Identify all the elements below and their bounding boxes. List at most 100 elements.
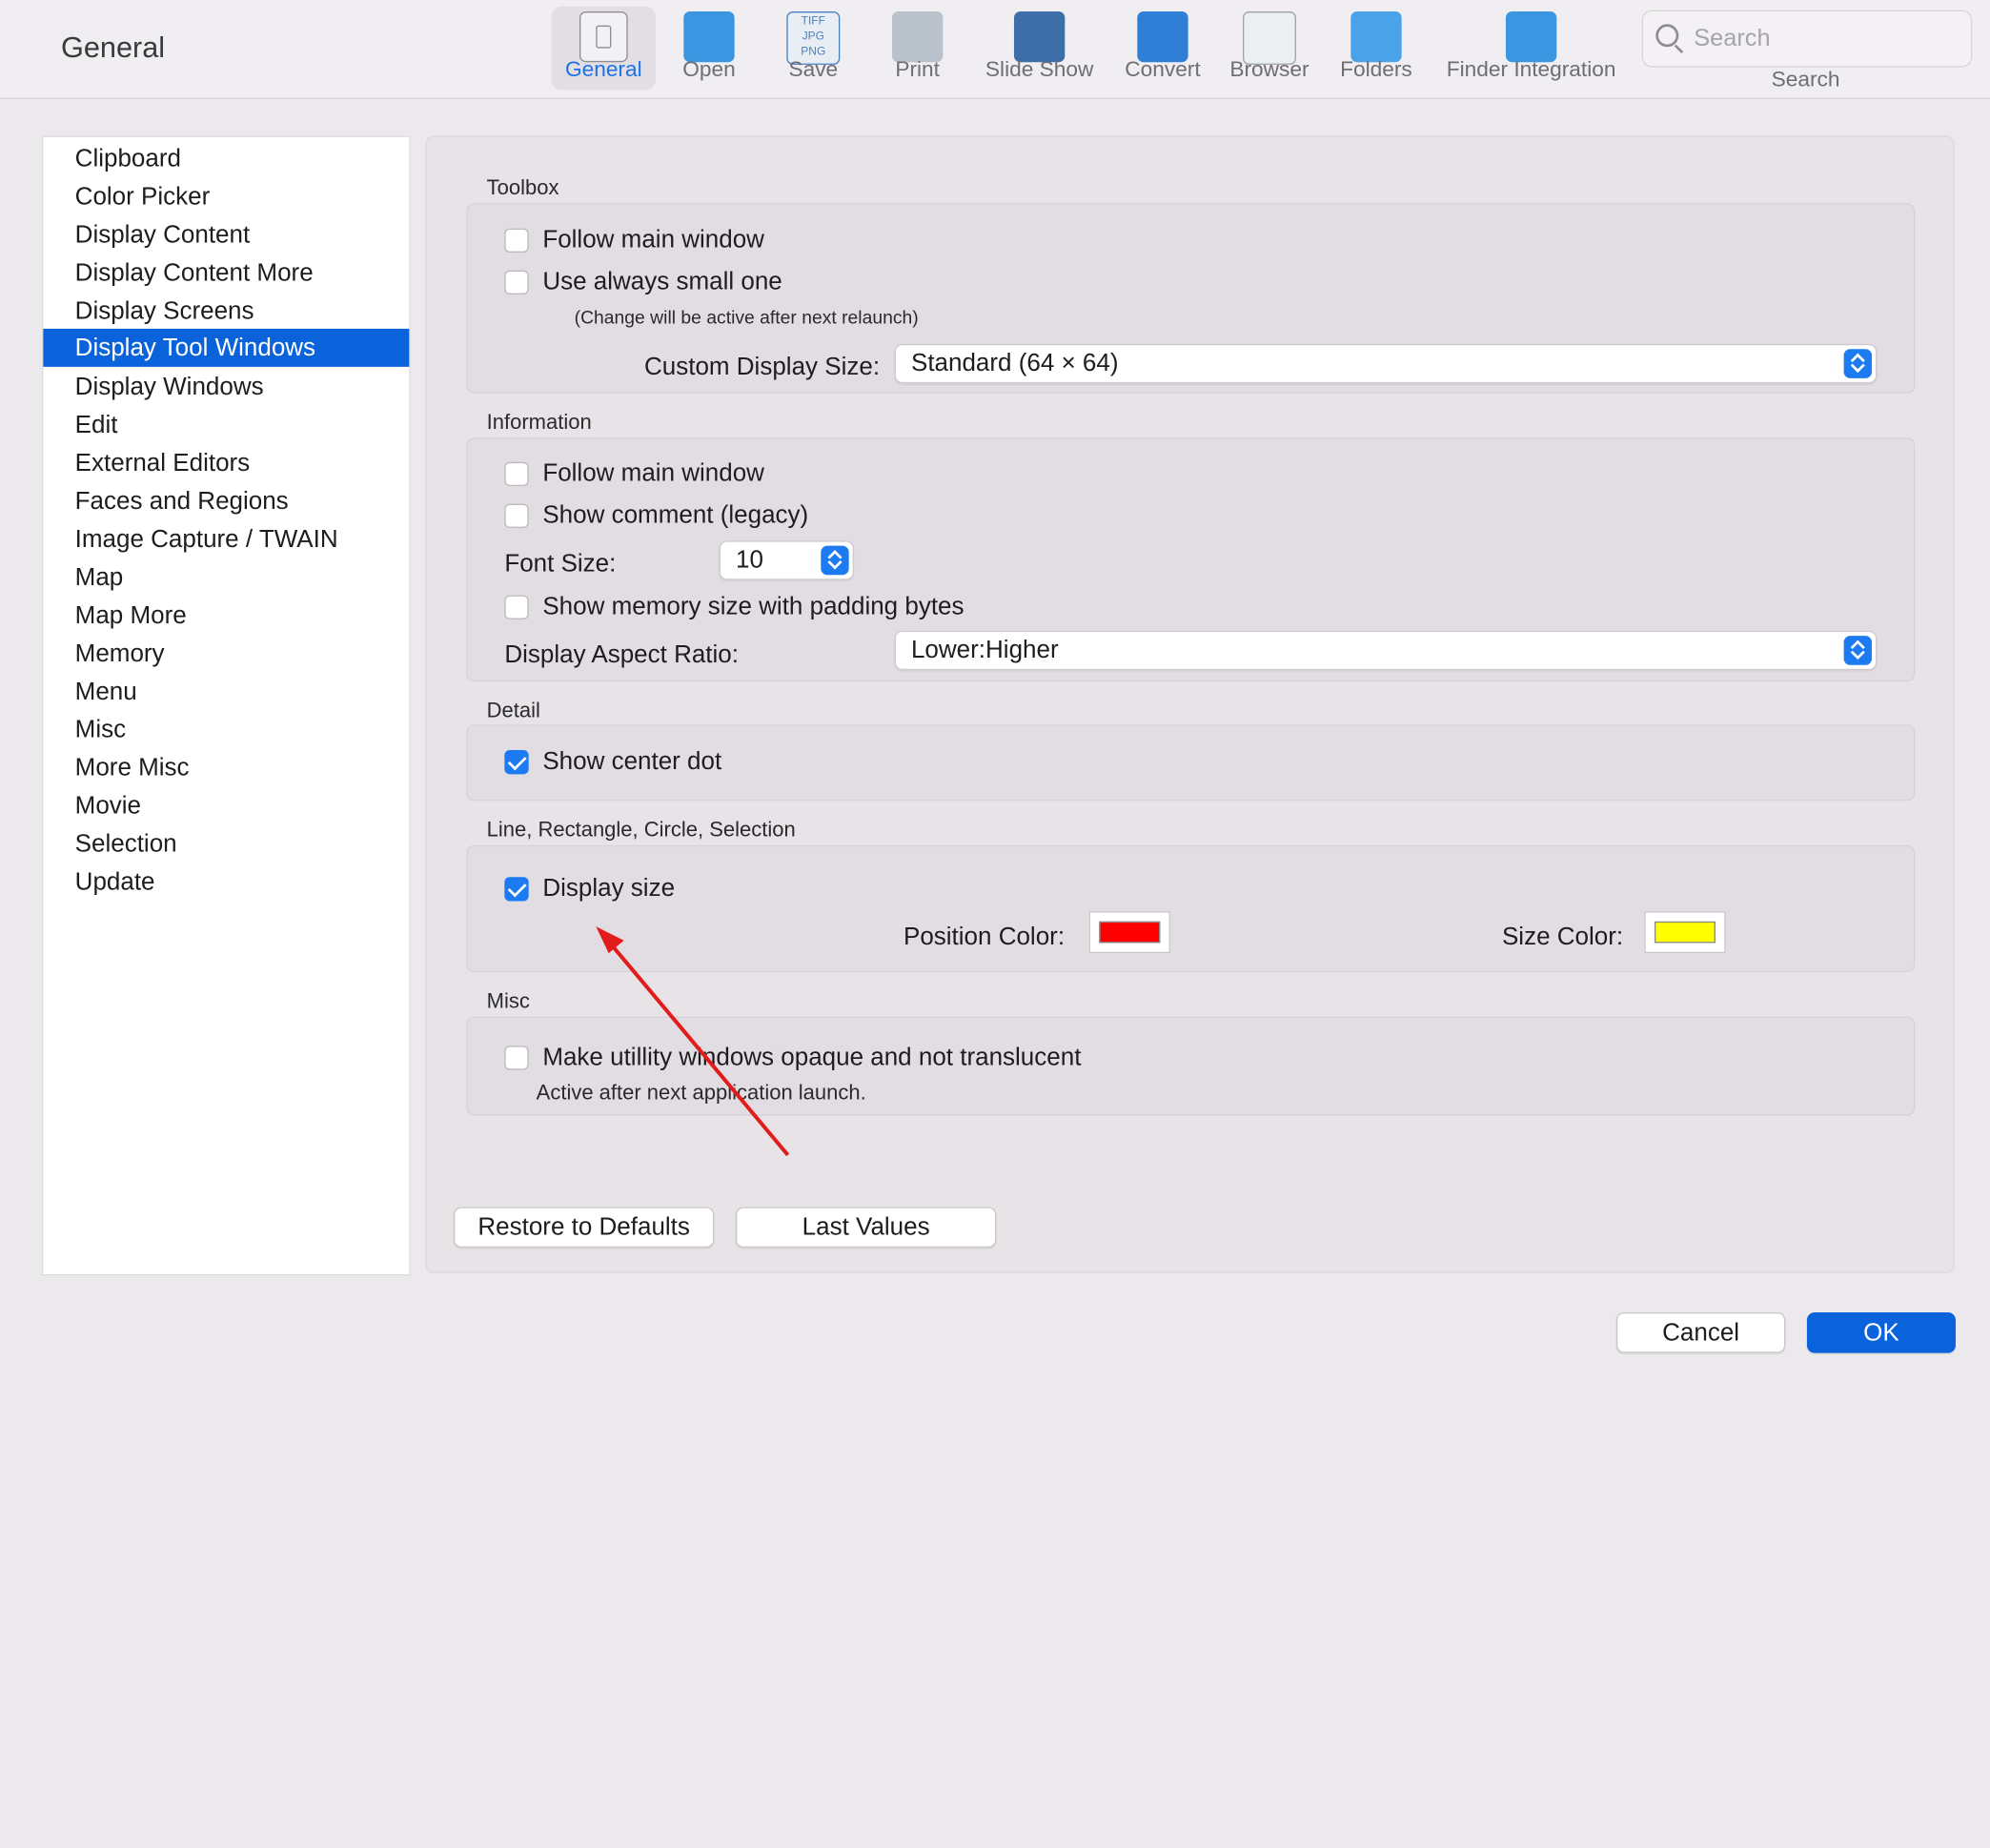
last-values-button[interactable]: Last Values	[735, 1207, 997, 1249]
sidebar-item-display-content-more[interactable]: Display Content More	[43, 254, 409, 292]
popup-chevrons-icon	[821, 545, 849, 576]
position-color-swatch	[1099, 921, 1161, 944]
checkbox-checked[interactable]	[504, 877, 529, 902]
checkbox-box[interactable]	[504, 228, 529, 254]
show-comment-label: Show comment (legacy)	[542, 501, 809, 530]
shapes-section-title: Line, Rectangle, Circle, Selection	[486, 818, 796, 842]
general-icon	[579, 10, 628, 63]
restore-defaults-button[interactable]: Restore to Defaults	[453, 1207, 715, 1249]
sidebar-item-map-more[interactable]: Map More	[43, 597, 409, 635]
toolbar-slide-show-label: Slide Show	[985, 56, 1094, 82]
toolbar-save-label: Save	[788, 56, 839, 82]
toolbar-print-label: Print	[895, 56, 940, 82]
toolbar: General General Open TIFF JPG PNG Save Pri…	[0, 0, 1990, 99]
sidebar-item-misc[interactable]: Misc	[43, 711, 409, 749]
font-size-value: 10	[735, 545, 763, 574]
search-field[interactable]: Search	[1641, 10, 1973, 68]
show-memory-size-checkbox[interactable]: Show memory size with padding bytes	[504, 592, 965, 622]
toolbar-open-label: Open	[682, 56, 736, 82]
toolbar-browser-label: Browser	[1229, 56, 1310, 82]
sidebar-item-color-picker[interactable]: Color Picker	[43, 177, 409, 215]
ok-button[interactable]: OK	[1806, 1311, 1956, 1353]
search-icon	[1655, 24, 1679, 48]
toolbar-general-label: General	[564, 56, 642, 82]
information-section-title: Information	[486, 411, 592, 435]
size-color-label: Size Color:	[1501, 923, 1624, 951]
slideshow-icon	[1013, 10, 1066, 63]
show-center-dot-checkbox[interactable]: Show center dot	[504, 747, 721, 777]
opaque-windows-checkbox[interactable]: Make utillity windows opaque and not tra…	[504, 1044, 1081, 1073]
toolbar-slide-show[interactable]: Slide Show	[979, 7, 1101, 91]
sidebar-item-external-editors[interactable]: External Editors	[43, 444, 409, 482]
font-size-label: Font Size:	[504, 549, 617, 578]
toolbar-folders-label: Folders	[1340, 56, 1412, 82]
display-aspect-ratio-value: Lower:Higher	[910, 636, 1059, 664]
display-size-checkbox[interactable]: Display size	[504, 875, 675, 904]
show-memory-size-label: Show memory size with padding bytes	[542, 592, 965, 621]
toolbar-save[interactable]: TIFF JPG PNG Save	[767, 7, 859, 91]
font-size-popup[interactable]: 10	[719, 540, 854, 580]
sidebar-item-menu[interactable]: Menu	[43, 673, 409, 711]
show-comment-checkbox[interactable]: Show comment (legacy)	[504, 501, 808, 531]
toolbar-convert[interactable]: Convert	[1116, 7, 1210, 91]
toolbar-folders[interactable]: Folders	[1330, 7, 1424, 91]
sidebar-item-display-screens[interactable]: Display Screens	[43, 292, 409, 330]
misc-launch-note: Active after next application launch.	[536, 1081, 866, 1105]
sidebar-item-edit[interactable]: Edit	[43, 406, 409, 444]
position-color-label: Position Color:	[903, 923, 1066, 951]
toolbox-follow-main-checkbox[interactable]: Follow main window	[504, 226, 764, 255]
toolbar-convert-label: Convert	[1125, 56, 1201, 82]
sidebar-item-map[interactable]: Map	[43, 558, 409, 597]
checkbox-box[interactable]	[504, 270, 529, 294]
window-title: General	[60, 30, 166, 64]
toolbar-finder-integration[interactable]: Finder Integration	[1436, 7, 1627, 91]
popup-chevrons-icon	[1843, 349, 1872, 378]
finder-integration-icon	[1505, 10, 1557, 63]
show-center-dot-label: Show center dot	[542, 747, 722, 776]
display-size-label: Display size	[542, 874, 676, 903]
sidebar: Clipboard Color Picker Display Content D…	[41, 135, 411, 1276]
toolbox-section-title: Toolbox	[486, 176, 559, 200]
position-color-well[interactable]	[1088, 911, 1170, 954]
toolbar-general[interactable]: General	[551, 6, 656, 91]
checkbox-checked[interactable]	[504, 750, 529, 775]
open-folder-icon	[683, 10, 735, 63]
sidebar-item-display-windows[interactable]: Display Windows	[43, 368, 409, 406]
toolbar-open[interactable]: Open	[663, 7, 755, 91]
sidebar-item-memory[interactable]: Memory	[43, 635, 409, 673]
display-aspect-ratio-label: Display Aspect Ratio:	[504, 640, 740, 669]
cancel-button[interactable]: Cancel	[1615, 1311, 1786, 1353]
size-color-well[interactable]	[1644, 911, 1726, 954]
sidebar-item-selection[interactable]: Selection	[43, 825, 409, 863]
opaque-windows-label: Make utillity windows opaque and not tra…	[542, 1043, 1082, 1071]
toolbar-finder-integration-label: Finder Integration	[1446, 56, 1616, 82]
sidebar-item-display-content[interactable]: Display Content	[43, 215, 409, 254]
checkbox-box[interactable]	[504, 1046, 529, 1070]
misc-section-title: Misc	[486, 989, 530, 1013]
size-color-swatch	[1654, 921, 1716, 944]
custom-display-size-popup[interactable]: Standard (64 × 64)	[894, 343, 1878, 384]
detail-section-title: Detail	[486, 699, 540, 722]
checkbox-box[interactable]	[504, 461, 529, 487]
sidebar-item-more-misc[interactable]: More Misc	[43, 749, 409, 787]
display-aspect-ratio-popup[interactable]: Lower:Higher	[894, 630, 1878, 671]
sidebar-item-update[interactable]: Update	[43, 863, 409, 902]
sidebar-item-movie[interactable]: Movie	[43, 787, 409, 825]
toolbox-follow-main-label: Follow main window	[542, 226, 764, 254]
toolbar-print[interactable]: Print	[872, 7, 964, 91]
sidebar-item-clipboard[interactable]: Clipboard	[43, 139, 409, 177]
folders-icon	[1350, 10, 1402, 63]
custom-display-size-value: Standard (64 × 64)	[910, 349, 1119, 377]
sidebar-item-display-tool-windows[interactable]: Display Tool Windows	[43, 328, 410, 367]
sidebar-item-image-capture-twain[interactable]: Image Capture / TWAIN	[43, 520, 409, 558]
toolbox-use-small-checkbox[interactable]: Use always small one	[504, 268, 782, 297]
information-follow-main-checkbox[interactable]: Follow main window	[504, 459, 764, 489]
sidebar-item-faces-and-regions[interactable]: Faces and Regions	[43, 482, 409, 520]
checkbox-box[interactable]	[504, 503, 529, 528]
search-placeholder: Search	[1694, 25, 1771, 52]
printer-icon	[891, 10, 944, 63]
checkbox-box[interactable]	[504, 595, 529, 619]
toolbar-browser[interactable]: Browser	[1223, 7, 1317, 91]
convert-icon	[1137, 10, 1188, 63]
custom-display-size-label: Custom Display Size:	[643, 353, 881, 381]
